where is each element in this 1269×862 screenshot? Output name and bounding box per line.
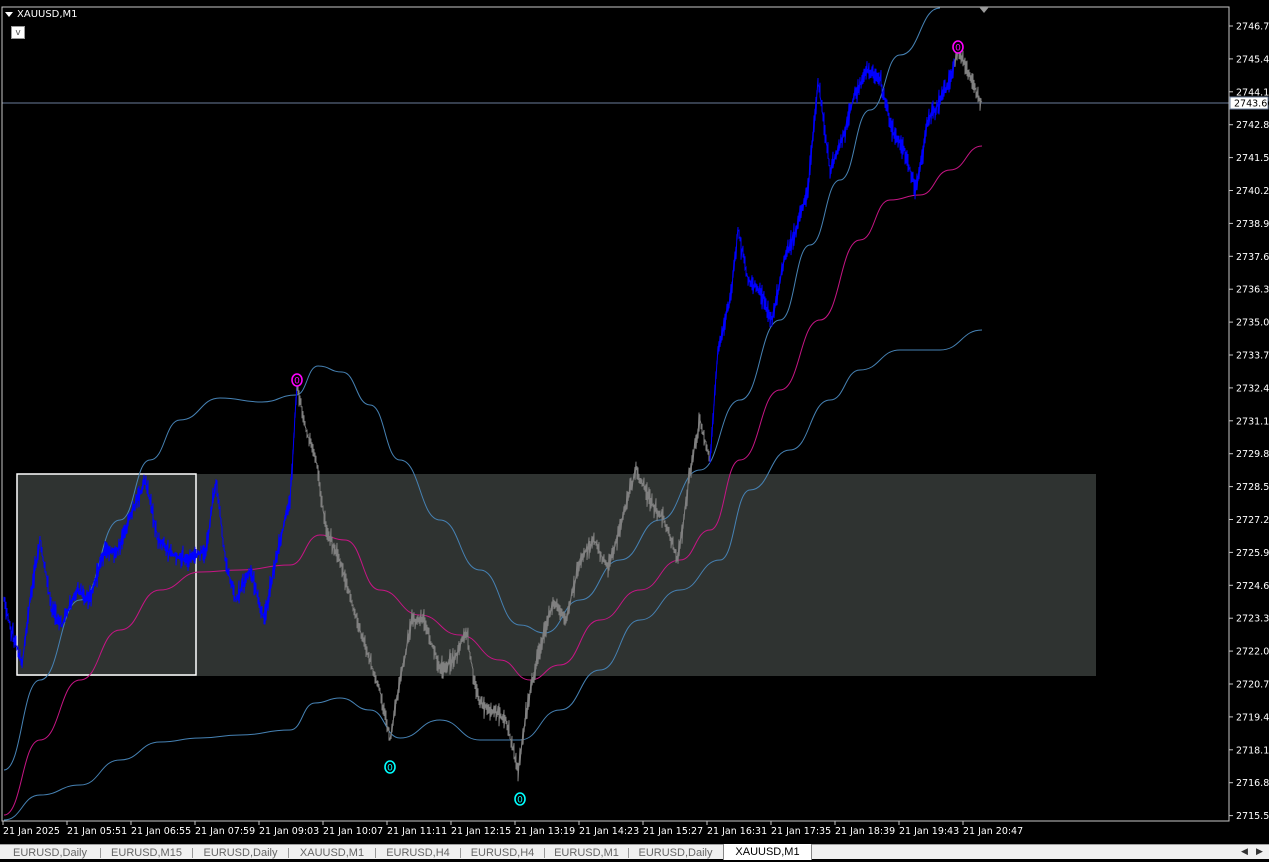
price-label: 2741.50 bbox=[1236, 153, 1269, 164]
swing-marker-label: 0 bbox=[517, 796, 523, 806]
time-label: 21 Jan 10:07 bbox=[323, 826, 383, 837]
time-label: 21 Jan 06:55 bbox=[131, 826, 191, 837]
symbol-title: XAUUSD,M1 bbox=[5, 9, 78, 20]
time-label: 21 Jan 09:03 bbox=[259, 826, 319, 837]
chart-tab-2[interactable]: EURUSD,M15 bbox=[101, 845, 192, 859]
swing-low-marker: 0 bbox=[514, 792, 526, 806]
chart-tab-6[interactable]: EURUSD,H4 bbox=[461, 845, 544, 859]
chart-tab-1[interactable]: EURUSD,Daily bbox=[0, 845, 100, 859]
current-price-tag: 2743.66 bbox=[1229, 96, 1269, 110]
price-label: 2733.70 bbox=[1236, 351, 1269, 362]
price-label: 2720.70 bbox=[1236, 680, 1269, 691]
price-label: 2727.20 bbox=[1236, 515, 1269, 526]
price-label: 2725.90 bbox=[1236, 548, 1269, 559]
price-label: 2716.80 bbox=[1236, 778, 1269, 789]
chart-tab-7[interactable]: EURUSD,M1 bbox=[545, 845, 628, 859]
time-label: 21 Jan 17:35 bbox=[771, 826, 831, 837]
chart-tab-8[interactable]: EURUSD,Daily bbox=[629, 845, 722, 859]
price-label: 2732.40 bbox=[1236, 383, 1269, 394]
price-label: 2735.00 bbox=[1236, 318, 1269, 329]
price-label: 2738.90 bbox=[1236, 219, 1269, 230]
current-price-label: 2743.66 bbox=[1234, 99, 1269, 110]
price-label: 2729.80 bbox=[1236, 449, 1269, 460]
time-label: 21 Jan 13:19 bbox=[515, 826, 575, 837]
price-label: 2737.60 bbox=[1236, 252, 1269, 263]
time-label: 21 Jan 2025 bbox=[3, 826, 60, 837]
price-label: 2745.40 bbox=[1236, 54, 1269, 65]
swing-marker-label: 0 bbox=[294, 377, 300, 387]
time-label: 21 Jan 19:43 bbox=[899, 826, 959, 837]
time-label: 21 Jan 20:47 bbox=[963, 826, 1023, 837]
price-label: 2723.30 bbox=[1236, 614, 1269, 625]
chart-tab-3[interactable]: EURUSD,Daily bbox=[193, 845, 288, 859]
chart-background bbox=[0, 0, 1269, 844]
price-label: 2731.10 bbox=[1236, 416, 1269, 427]
swing-marker-label: 0 bbox=[955, 44, 961, 54]
price-chart[interactable]: 0000 2746.702745.402744.102742.802741.50… bbox=[0, 0, 1269, 844]
time-label: 21 Jan 15:27 bbox=[643, 826, 703, 837]
time-label: 21 Jan 11:11 bbox=[387, 826, 447, 837]
chart-tab-4[interactable]: XAUUSD,M1 bbox=[289, 845, 375, 859]
time-label: 21 Jan 14:23 bbox=[579, 826, 639, 837]
price-label: 2724.60 bbox=[1236, 581, 1269, 592]
one-click-trading-button[interactable]: v bbox=[11, 26, 25, 39]
tab-scroll-left-icon[interactable]: ◀ bbox=[1241, 846, 1248, 857]
price-label: 2746.70 bbox=[1236, 22, 1269, 33]
swing-low-marker: 0 bbox=[384, 760, 396, 774]
symbol-label: XAUUSD,M1 bbox=[17, 9, 78, 20]
time-label: 21 Jan 16:31 bbox=[707, 826, 767, 837]
price-label: 2718.10 bbox=[1236, 745, 1269, 756]
time-label: 21 Jan 05:51 bbox=[67, 826, 127, 837]
dropdown-triangle-icon[interactable] bbox=[5, 12, 13, 17]
swing-high-marker: 0 bbox=[952, 40, 964, 54]
chart-tab-9[interactable]: XAUUSD,M1 bbox=[723, 844, 812, 860]
price-label: 2728.50 bbox=[1236, 482, 1269, 493]
time-label: 21 Jan 18:39 bbox=[835, 826, 895, 837]
price-label: 2719.40 bbox=[1236, 712, 1269, 723]
price-label: 2742.80 bbox=[1236, 120, 1269, 131]
chart-window[interactable]: 0000 2746.702745.402744.102742.802741.50… bbox=[0, 0, 1269, 844]
swing-marker-label: 0 bbox=[387, 764, 393, 774]
price-label: 2722.00 bbox=[1236, 647, 1269, 658]
chart-tab-bar: EURUSD,Daily EURUSD,M15 EURUSD,Daily XAUUSD… bbox=[0, 844, 1269, 860]
tab-scroll-right-icon[interactable]: ▶ bbox=[1256, 846, 1263, 857]
swing-high-marker: 0 bbox=[291, 373, 303, 387]
time-label: 21 Jan 07:59 bbox=[195, 826, 255, 837]
time-label: 21 Jan 12:15 bbox=[451, 826, 511, 837]
price-label: 2736.30 bbox=[1236, 285, 1269, 296]
price-label: 2715.50 bbox=[1236, 811, 1269, 822]
chart-tab-5[interactable]: EURUSD,H4 bbox=[376, 845, 460, 859]
price-label: 2740.20 bbox=[1236, 186, 1269, 197]
price-zone bbox=[17, 474, 1096, 676]
